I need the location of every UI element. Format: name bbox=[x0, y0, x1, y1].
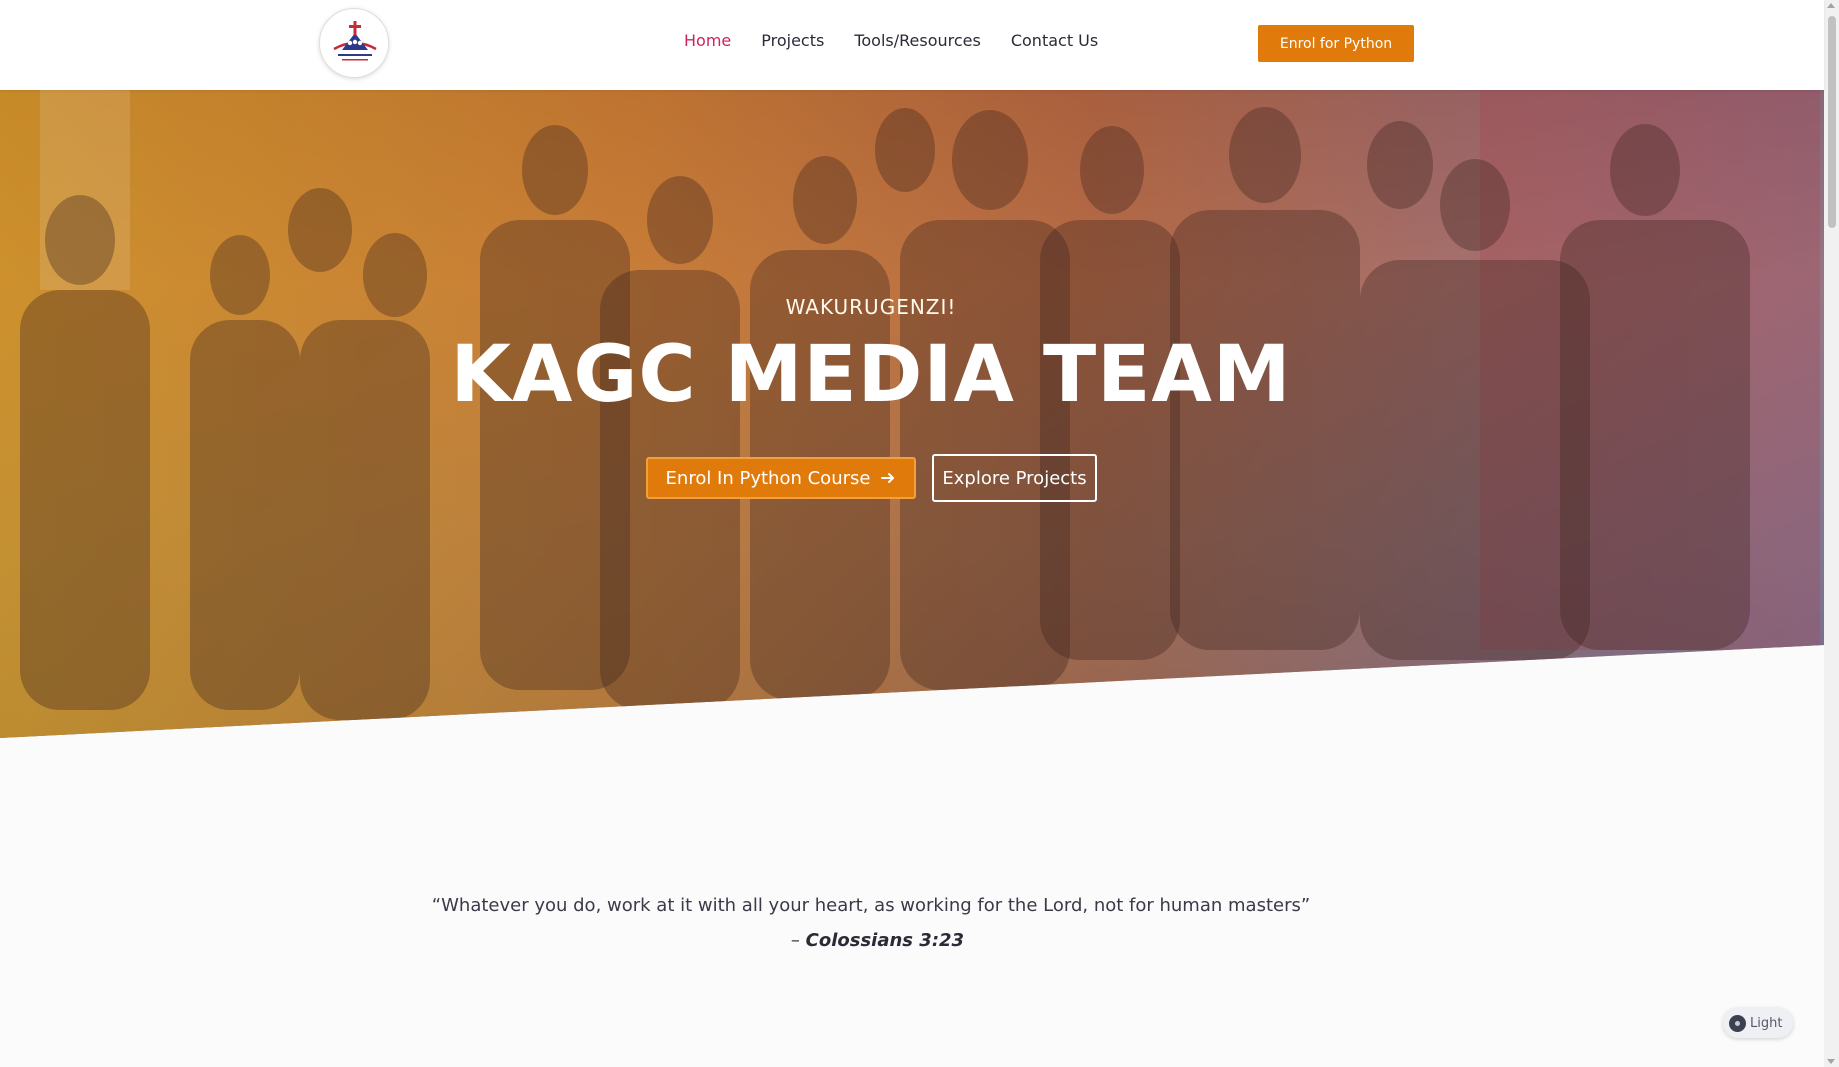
explore-projects-button[interactable]: Explore Projects bbox=[932, 454, 1097, 502]
scroll-up-icon[interactable] bbox=[1827, 3, 1835, 8]
church-logo-icon bbox=[322, 11, 388, 77]
enrol-python-course-label: Enrol In Python Course bbox=[665, 467, 871, 489]
bible-reference: – Colossians 3:23 bbox=[0, 930, 1755, 951]
hero-subtitle: WAKURUGENZI! bbox=[785, 295, 957, 319]
enrol-python-header-button[interactable]: Enrol for Python bbox=[1258, 25, 1414, 62]
nav-home[interactable]: Home bbox=[684, 31, 731, 50]
hero-title: KAGC MEDIA TEAM bbox=[450, 330, 1292, 420]
theme-toggle-knob-icon bbox=[1729, 1014, 1746, 1032]
site-header: Home Projects Tools/Resources Contact Us… bbox=[0, 0, 1824, 90]
hero-content: WAKURUGENZI! KAGC MEDIA TEAM Enrol In Py… bbox=[0, 90, 1824, 738]
quote-reference: Colossians 3:23 bbox=[805, 930, 965, 951]
bible-quote: “Whatever you do, work at it with all yo… bbox=[431, 895, 1311, 916]
main-nav: Home Projects Tools/Resources Contact Us bbox=[684, 31, 1098, 50]
arrow-right-icon bbox=[881, 473, 895, 483]
nav-contact-us[interactable]: Contact Us bbox=[1011, 31, 1098, 50]
theme-toggle-label: Light bbox=[1750, 1015, 1783, 1031]
page-scrollbar[interactable] bbox=[1824, 0, 1839, 1067]
site-logo[interactable] bbox=[319, 8, 389, 78]
nav-tools-resources[interactable]: Tools/Resources bbox=[854, 31, 981, 50]
nav-projects[interactable]: Projects bbox=[761, 31, 824, 50]
scrollbar-thumb[interactable] bbox=[1828, 16, 1836, 228]
theme-toggle[interactable]: Light bbox=[1723, 1008, 1793, 1038]
enrol-python-course-button[interactable]: Enrol In Python Course bbox=[646, 457, 916, 499]
quote-dash: – bbox=[790, 930, 800, 951]
hero-section: WAKURUGENZI! KAGC MEDIA TEAM Enrol In Py… bbox=[0, 90, 1824, 738]
scroll-down-icon[interactable] bbox=[1827, 1059, 1835, 1064]
